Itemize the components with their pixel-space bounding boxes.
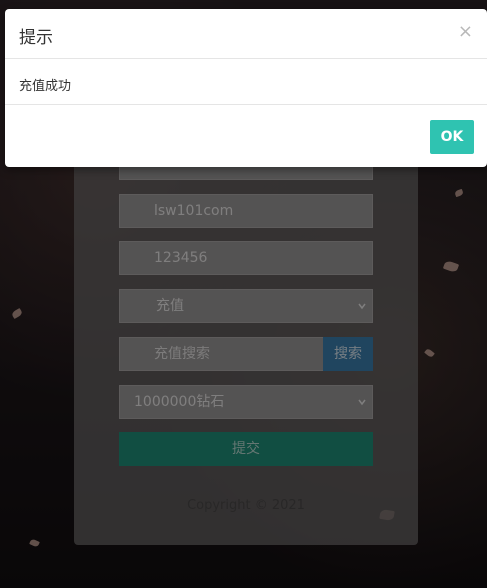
dialog-body: 充值成功 [5,59,487,105]
dialog-title: 提示 [19,28,53,48]
alert-dialog: 提示 × 充值成功 OK [5,9,487,167]
dialog-message: 充值成功 [19,79,72,94]
close-icon[interactable]: × [458,21,473,42]
dialog-header: 提示 × [5,9,487,59]
ok-button[interactable]: OK [430,120,474,154]
